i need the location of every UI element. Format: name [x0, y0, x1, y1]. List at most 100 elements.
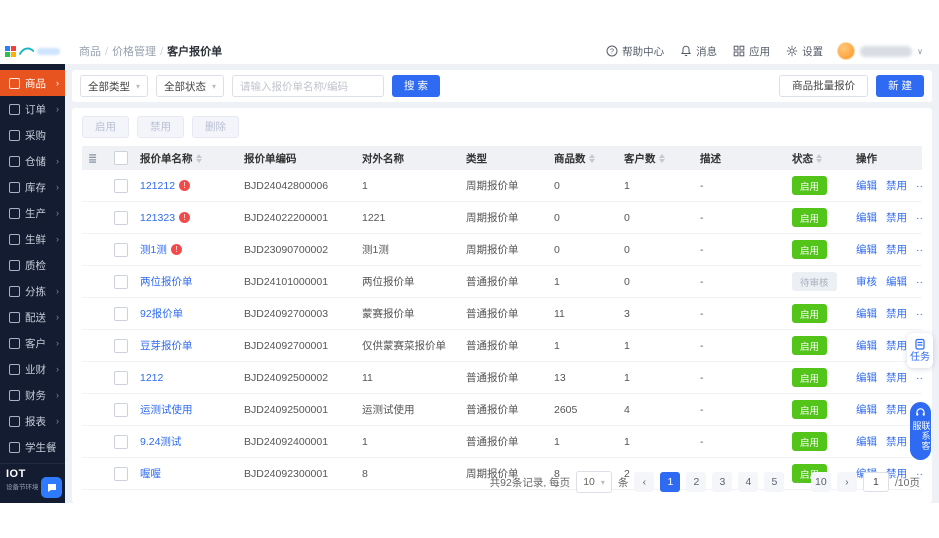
sidebar-item-finance[interactable]: 财务 ›: [0, 382, 65, 408]
sidebar-item-warehouse[interactable]: 仓储 ›: [0, 148, 65, 174]
op-link[interactable]: 编辑: [856, 436, 877, 448]
batch-quote-button[interactable]: 商品批量报价: [779, 75, 869, 97]
col-goods_count[interactable]: 商品数: [548, 146, 618, 170]
enable-button[interactable]: 启用: [82, 116, 129, 138]
quote-name-link[interactable]: 喔喔: [140, 468, 161, 480]
cart-icon: [9, 129, 20, 141]
more-actions-button[interactable]: ···: [916, 244, 922, 256]
op-link[interactable]: 编辑: [856, 372, 877, 384]
sidebar-item-qc[interactable]: 质检: [0, 252, 65, 278]
sidebar-item-delivery[interactable]: 配送 ›: [0, 304, 65, 330]
per-page-select[interactable]: 10 ▾: [576, 471, 612, 493]
search-button[interactable]: 搜 索: [392, 75, 440, 97]
page-button-10[interactable]: 10: [810, 472, 831, 492]
row-checkbox[interactable]: [114, 402, 128, 417]
header-action-grid[interactable]: 应用: [733, 44, 770, 59]
sidebar-item-customers[interactable]: 客户 ›: [0, 330, 65, 356]
type-select[interactable]: 全部类型 ▾: [80, 75, 149, 97]
col-name[interactable]: 报价单名称: [134, 146, 238, 170]
more-actions-button[interactable]: ···: [916, 372, 922, 384]
row-checkbox[interactable]: [114, 370, 128, 385]
prev-page-button[interactable]: ‹: [634, 472, 655, 492]
quote-name-link[interactable]: 9.24测试: [140, 436, 181, 448]
op-link[interactable]: 禁用: [886, 404, 907, 416]
page-jump-input[interactable]: 1: [862, 472, 889, 492]
header-action-bell[interactable]: 消息: [680, 44, 717, 59]
sidebar-item-sorting[interactable]: 分拣 ›: [0, 278, 65, 304]
search-input[interactable]: 请输入报价单名称/编码: [232, 75, 385, 97]
sidebar-item-goods[interactable]: 商品 ›: [0, 70, 65, 96]
row-checkbox[interactable]: [114, 434, 128, 449]
header-action-gear[interactable]: 设置: [786, 44, 823, 59]
create-button[interactable]: 新 建: [876, 75, 924, 97]
row-checkbox[interactable]: [114, 338, 128, 353]
op-link[interactable]: 编辑: [856, 404, 877, 416]
quote-name-link[interactable]: 121212: [140, 180, 175, 192]
quote-name-link[interactable]: 121323: [140, 212, 175, 224]
sidebar-item-production[interactable]: 生产 ›: [0, 200, 65, 226]
op-link[interactable]: 编辑: [856, 308, 877, 320]
sidebar-item-purchase[interactable]: 采购: [0, 122, 65, 148]
row-checkbox[interactable]: [114, 466, 128, 481]
page-button-3[interactable]: 3: [712, 472, 733, 492]
more-actions-button[interactable]: ···: [916, 180, 922, 192]
page-button-5[interactable]: 5: [764, 472, 785, 492]
row-checkbox[interactable]: [114, 274, 128, 289]
sidebar-item-inventory[interactable]: 库存 ›: [0, 174, 65, 200]
user-menu[interactable]: ∨: [837, 42, 923, 60]
sidebar-item-fresh[interactable]: 生鲜 ›: [0, 226, 65, 252]
sidebar-item-reports[interactable]: 报表 ›: [0, 408, 65, 434]
next-page-button[interactable]: ›: [836, 472, 857, 492]
quote-name-link[interactable]: 1212: [140, 372, 163, 384]
row-checkbox[interactable]: [114, 242, 128, 257]
op-link[interactable]: 编辑: [856, 340, 877, 352]
op-link[interactable]: 编辑: [856, 212, 877, 224]
sort-icon[interactable]: [195, 154, 202, 164]
sidebar-item-student-meal[interactable]: 学生餐: [0, 434, 65, 460]
more-actions-button[interactable]: ···: [916, 276, 922, 288]
row-checkbox[interactable]: [114, 178, 128, 193]
disable-button[interactable]: 禁用: [137, 116, 184, 138]
contact-service-button[interactable]: 联系客服: [910, 402, 931, 460]
col-status[interactable]: 状态: [786, 146, 850, 170]
header-action-help[interactable]: ? 帮助中心: [606, 44, 664, 59]
task-float-button[interactable]: 任务: [907, 333, 933, 368]
page-button-2[interactable]: 2: [686, 472, 707, 492]
op-link[interactable]: 禁用: [886, 180, 907, 192]
op-link[interactable]: 编辑: [886, 276, 907, 288]
breadcrumb-link[interactable]: 价格管理: [112, 46, 156, 58]
status-select[interactable]: 全部状态 ▾: [156, 75, 225, 97]
op-link[interactable]: 编辑: [856, 244, 877, 256]
quote-name-link[interactable]: 豆芽报价单: [140, 340, 193, 352]
page-button-1[interactable]: 1: [660, 472, 681, 492]
op-link[interactable]: 禁用: [886, 308, 907, 320]
op-link[interactable]: 禁用: [886, 436, 907, 448]
quote-name-link[interactable]: 运测试使用: [140, 404, 193, 416]
quote-name-link[interactable]: 92报价单: [140, 308, 183, 320]
op-link[interactable]: 审核: [856, 276, 877, 288]
sidebar-item-orders[interactable]: 订单 ›: [0, 96, 65, 122]
row-checkbox[interactable]: [114, 210, 128, 225]
col-customer_count[interactable]: 客户数: [618, 146, 694, 170]
page-button-4[interactable]: 4: [738, 472, 759, 492]
op-link[interactable]: 禁用: [886, 340, 907, 352]
op-link[interactable]: 禁用: [886, 212, 907, 224]
more-actions-button[interactable]: ···: [916, 212, 922, 224]
quote-name-link[interactable]: 两位报价单: [140, 276, 193, 288]
op-link[interactable]: 禁用: [886, 244, 907, 256]
delete-button[interactable]: 删除: [192, 116, 239, 138]
quote-name-link[interactable]: 测1测: [140, 244, 167, 256]
op-link[interactable]: 禁用: [886, 372, 907, 384]
breadcrumb-link[interactable]: 商品: [79, 46, 101, 58]
sort-icon[interactable]: [658, 154, 665, 164]
op-link[interactable]: 编辑: [856, 180, 877, 192]
more-actions-button[interactable]: ···: [916, 308, 922, 320]
column-settings-icon[interactable]: ≣: [88, 153, 97, 165]
row-checkbox[interactable]: [114, 306, 128, 321]
iot-chat-icon[interactable]: [41, 477, 62, 498]
select-all-checkbox[interactable]: [114, 151, 128, 165]
cell-code: BJD24092700003: [238, 297, 356, 330]
sort-icon[interactable]: [588, 154, 595, 164]
sidebar-item-biz-finance[interactable]: 业财 ›: [0, 356, 65, 382]
sort-icon[interactable]: [816, 154, 822, 164]
